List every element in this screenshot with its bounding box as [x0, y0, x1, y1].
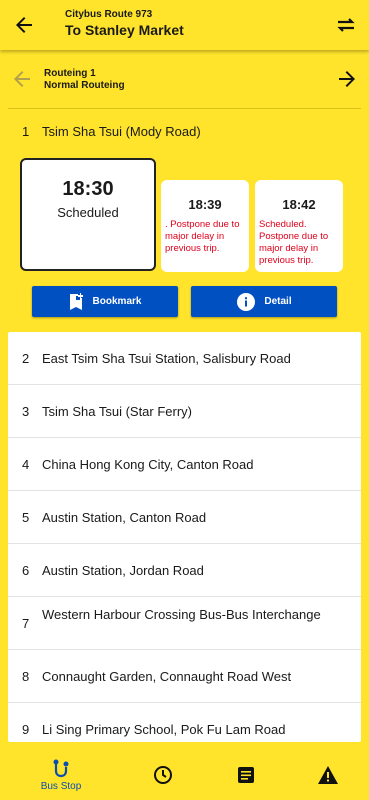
stop-number: 3	[22, 404, 30, 419]
next-routeing-icon[interactable]	[335, 67, 359, 91]
nav-bus-stop-label: Bus Stop	[40, 780, 82, 792]
eta-time: 18:42	[282, 197, 316, 212]
stop-number: 2	[22, 351, 30, 366]
eta-remark: . Postpone due to major delay in previou…	[165, 219, 240, 254]
article-icon	[238, 767, 254, 783]
stop-row[interactable]: 3 Tsim Sha Tsui (Star Ferry)	[8, 385, 361, 438]
stop-name: Li Sing Primary School, Pok Fu Lam Road	[42, 722, 286, 737]
divider	[8, 108, 361, 109]
stop-number: 1	[22, 124, 30, 139]
eta-remark: Scheduled	[57, 205, 119, 220]
eta-time: 18:39	[188, 197, 222, 212]
routeing-selector: Routeing 1 Normal Routeing	[0, 58, 369, 102]
stop-number: 8	[22, 669, 30, 684]
bookmark-add-icon	[69, 292, 83, 310]
stop-row[interactable]: 2 East Tsim Sha Tsui Station, Salisbury …	[8, 332, 361, 385]
stop-row[interactable]: 9 Li Sing Primary School, Pok Fu Lam Roa…	[8, 703, 361, 742]
back-arrow-icon[interactable]	[12, 13, 36, 37]
selected-stop-row[interactable]: 1 Tsim Sha Tsui (Mody Road)	[0, 124, 369, 144]
stop-name: Tsim Sha Tsui (Star Ferry)	[42, 404, 193, 419]
stop-row[interactable]: 6 Austin Station, Jordan Road	[8, 544, 361, 597]
title-block: Citybus Route 973 To Stanley Market	[65, 9, 184, 39]
stop-name: Western Harbour Crossing Bus-Bus Interch…	[42, 607, 321, 622]
eta-time: 18:30	[62, 178, 114, 200]
nav-schedule[interactable]	[151, 750, 175, 800]
bottom-navigation: Bus Stop	[0, 750, 369, 800]
stop-name: Connaught Garden, Connaught Road West	[42, 669, 292, 684]
stop-row[interactable]: 8 Connaught Garden, Connaught Road West	[8, 650, 361, 703]
eta-remark: Scheduled. Postpone due to major delay i…	[259, 219, 329, 266]
route-icon	[53, 759, 69, 777]
stop-list: 2 East Tsim Sha Tsui Station, Salisbury …	[8, 332, 361, 742]
bookmark-button[interactable]: Bookmark	[32, 286, 178, 317]
eta-card-primary: 18:30 Scheduled	[20, 158, 156, 271]
route-label: Citybus Route 973	[65, 9, 153, 20]
warning-icon	[318, 766, 338, 784]
stop-row[interactable]: 7 Western Harbour Crossing Bus-Bus Inter…	[8, 597, 361, 650]
detail-label: Detail	[264, 296, 292, 307]
stop-name: China Hong Kong City, Canton Road	[42, 457, 254, 472]
stop-row[interactable]: 5 Austin Station, Canton Road	[8, 491, 361, 544]
routeing-name: Routeing 1	[44, 68, 96, 79]
routeing-type: Normal Routeing	[44, 80, 125, 91]
stop-number: 5	[22, 510, 30, 525]
stop-number: 7	[22, 616, 30, 631]
stop-number: 4	[22, 457, 30, 472]
destination-title: To Stanley Market	[65, 22, 184, 38]
stop-number: 9	[22, 722, 30, 737]
stop-name: East Tsim Sha Tsui Station, Salisbury Ro…	[42, 351, 291, 366]
info-icon	[237, 292, 256, 311]
nav-notice[interactable]	[234, 750, 258, 800]
bookmark-label: Bookmark	[92, 296, 142, 307]
app-bar: Citybus Route 973 To Stanley Market	[0, 0, 369, 50]
stop-row[interactable]: 4 China Hong Kong City, Canton Road	[8, 438, 361, 491]
routeing-text: Routeing 1 Normal Routeing	[44, 68, 125, 92]
clock-icon	[154, 766, 172, 784]
swap-direction-icon[interactable]	[334, 13, 358, 37]
previous-routeing-icon[interactable]	[10, 67, 34, 91]
nav-alert[interactable]	[316, 750, 340, 800]
stop-number: 6	[22, 563, 30, 578]
stop-name: Austin Station, Canton Road	[42, 510, 207, 525]
detail-button[interactable]: Detail	[191, 286, 337, 317]
eta-card-second: 18:39 . Postpone due to major delay in p…	[161, 180, 249, 272]
stop-name: Tsim Sha Tsui (Mody Road)	[42, 124, 201, 139]
nav-bus-stop[interactable]: Bus Stop	[38, 750, 84, 800]
eta-card-third: 18:42 Scheduled. Postpone due to major d…	[255, 180, 343, 272]
stop-name: Austin Station, Jordan Road	[42, 563, 204, 578]
